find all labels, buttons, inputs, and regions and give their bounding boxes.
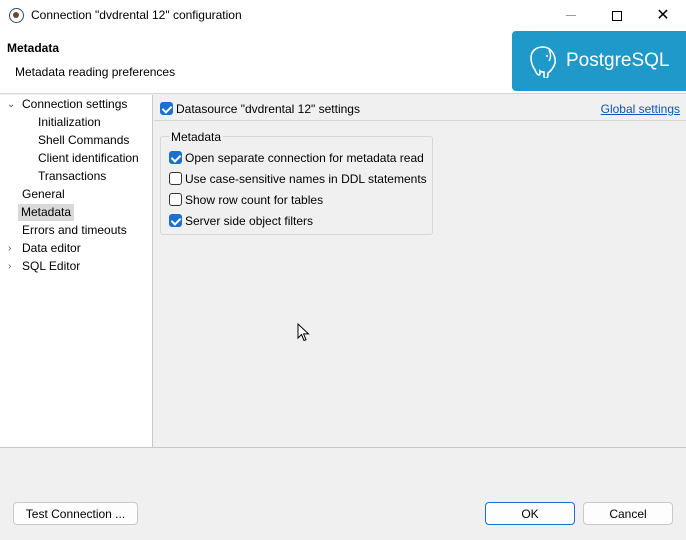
close-button[interactable]: ✕ [640,0,686,31]
tree-item-transactions[interactable]: Transactions [35,168,109,185]
tree-item-metadata[interactable]: Metadata [18,204,75,221]
test-connection-button[interactable]: Test Connection ... [13,502,138,525]
settings-panel: Datasource "dvdrental 12" settings Globa… [154,95,686,447]
option-label: Use case-sensitive names in DDL statemen… [185,172,427,186]
metadata-group-title: Metadata [169,130,224,144]
datasource-settings-checkbox[interactable] [160,102,173,115]
tree-item-general[interactable]: General [19,186,68,203]
tree-item-initialization[interactable]: Initialization [35,114,104,131]
separate-connection-checkbox[interactable] [169,151,182,164]
datasource-settings-label: Datasource "dvdrental 12" settings [176,102,360,116]
elephant-icon [530,46,556,78]
tree-item-shell-commands[interactable]: Shell Commands [35,132,132,149]
settings-tree: ⌄ Connection settings Initialization She… [0,95,153,447]
title-bar: Connection "dvdrental 12" configuration … [0,0,686,31]
maximize-icon [612,10,622,21]
chevron-right-icon[interactable]: › [8,243,11,254]
tree-item-errors-and-timeouts[interactable]: Errors and timeouts [19,222,130,239]
page-header: Metadata Metadata reading preferences Po… [0,31,686,94]
datasource-row: Datasource "dvdrental 12" settings Globa… [154,95,686,121]
option-label: Server side object filters [185,214,314,228]
option-label: Open separate connection for metadata re… [185,151,424,165]
minimize-icon [566,15,576,16]
chevron-down-icon[interactable]: ⌄ [7,99,15,110]
close-icon: ✕ [656,6,670,24]
cancel-button[interactable]: Cancel [583,502,673,525]
option-label: Show row count for tables [185,193,324,207]
tree-item-data-editor[interactable]: Data editor [19,240,84,257]
case-sensitive-checkbox[interactable] [169,172,182,185]
footer-divider [0,447,686,448]
chevron-right-icon[interactable]: › [8,261,11,272]
server-filters-checkbox[interactable] [169,214,182,227]
row-count-checkbox[interactable] [169,193,182,206]
page-subtitle: Metadata reading preferences [15,65,176,79]
tree-item-client-identification[interactable]: Client identification [35,150,142,167]
tree-item-sql-editor[interactable]: SQL Editor [19,258,83,275]
window-title: Connection "dvdrental 12" configuration [31,8,242,22]
mouse-cursor-icon [297,323,310,342]
ok-button[interactable]: OK [485,502,575,525]
tree-item-connection-settings[interactable]: Connection settings [19,96,130,113]
page-title: Metadata [7,41,60,55]
logo-text: PostgreSQL [566,50,670,71]
minimize-button[interactable] [548,0,594,31]
postgresql-logo: PostgreSQL [512,31,686,91]
dbeaver-app-icon [9,8,24,23]
metadata-group: Metadata Open separate connection for me… [160,130,433,235]
maximize-button[interactable] [594,0,640,31]
global-settings-link[interactable]: Global settings [601,102,680,116]
